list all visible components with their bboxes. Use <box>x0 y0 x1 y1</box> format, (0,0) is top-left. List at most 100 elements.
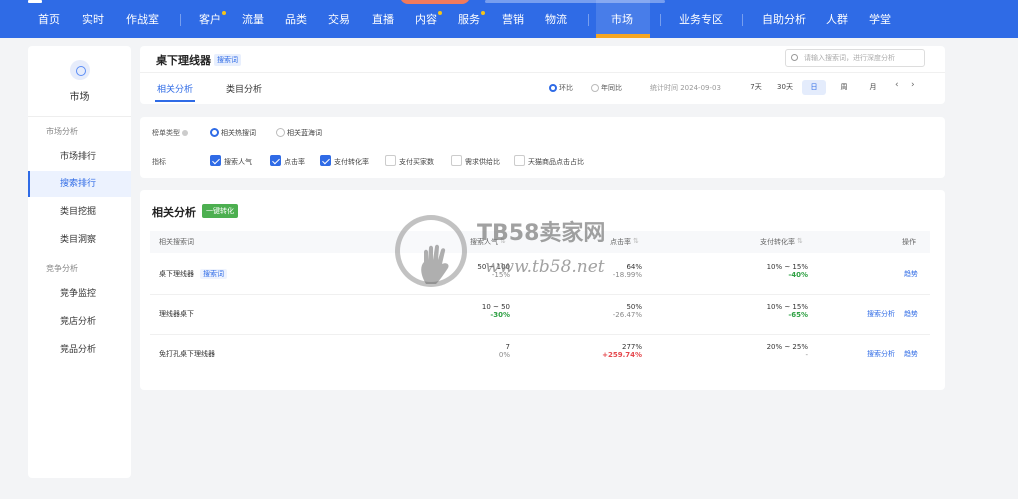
sidebar-item-market-rank[interactable]: 市场排行 <box>28 144 131 170</box>
chevron-left-icon[interactable]: ‹ <box>895 80 899 90</box>
watermark-title: TB58卖家网 <box>477 221 606 246</box>
nav-label: 内容 <box>415 13 437 26</box>
nav-separator <box>742 14 743 26</box>
search-input[interactable]: 请输入搜索词，进行深度分析 <box>785 49 925 67</box>
nav-item-marketing[interactable]: 营销 <box>502 13 524 27</box>
notify-dot <box>222 11 226 15</box>
keyword-cell: 桌下理线器 搜索词 <box>159 269 227 279</box>
sidebar-group-competition: 竞争分析 <box>46 264 78 273</box>
popularity-change: 0% <box>498 351 510 359</box>
nav-item-business[interactable]: 业务专区 <box>679 13 723 27</box>
sidebar-item-search-rank[interactable]: 搜索排行 <box>28 171 131 197</box>
cvr-change: -65% <box>788 311 808 319</box>
metric-supply-demand-checkbox[interactable]: 需求供给比 <box>451 155 500 167</box>
keyword-text[interactable]: 桌下理线器 <box>159 270 194 278</box>
cvr-change: - <box>805 351 808 359</box>
ctr-change: -26.47% <box>612 311 642 319</box>
nav-label: 服务 <box>458 13 480 26</box>
hand-icon <box>421 244 449 284</box>
list-type-label: 榜单类型 <box>152 128 188 138</box>
nav-item-home[interactable]: 首页 <box>38 13 60 27</box>
sidebar-item-category-mining[interactable]: 类目挖掘 <box>28 199 131 225</box>
watermark: TB58卖家网 www.tb58.net <box>395 205 635 295</box>
sidebar-item-competitor-shop[interactable]: 竞店分析 <box>28 309 131 335</box>
cvr-change: -40% <box>788 271 808 279</box>
metric-popularity-checkbox[interactable]: 搜索人气 <box>210 155 252 167</box>
chevron-right-icon[interactable]: › <box>911 80 915 90</box>
tab-category-analysis[interactable]: 类目分析 <box>226 82 262 95</box>
convert-button[interactable]: 一键转化 <box>202 204 238 218</box>
nav-separator <box>180 14 181 26</box>
promo-pill[interactable] <box>400 0 470 4</box>
keyword-cell[interactable]: 免打孔桌下理线器 <box>159 349 215 359</box>
nav-item-realtime[interactable]: 实时 <box>82 13 104 27</box>
metric-ctr-checkbox[interactable]: 点击率 <box>270 155 305 167</box>
sidebar-item-competition-monitor[interactable]: 竞争监控 <box>28 281 131 307</box>
keyword-type-badge: 搜索词 <box>214 54 241 66</box>
divider <box>28 116 131 117</box>
sidebar-item-category-insight[interactable]: 类目洞察 <box>28 227 131 253</box>
nav-item-traffic[interactable]: 流量 <box>242 13 264 27</box>
nav-item-service[interactable]: 服务 <box>458 11 485 27</box>
nav-item-live[interactable]: 直播 <box>372 13 394 27</box>
compare-mom-radio[interactable]: 环比 <box>549 83 573 93</box>
compare-yoy-radio[interactable]: 年同比 <box>591 83 622 93</box>
checkbox-icon <box>385 155 396 166</box>
checkbox-icon <box>210 155 221 166</box>
metric-tmall-click-checkbox[interactable]: 天猫商品点击占比 <box>514 155 584 167</box>
popularity-change: -30% <box>490 311 510 319</box>
list-type-hot-radio[interactable]: 相关热搜词 <box>210 128 256 138</box>
ctr-cell: 277% +259.74% <box>580 343 642 359</box>
nav-item-customer[interactable]: 客户 <box>199 11 226 27</box>
nav-item-content[interactable]: 内容 <box>415 11 442 27</box>
logo <box>28 0 42 3</box>
trend-link[interactable]: 趋势 <box>904 269 918 279</box>
period-day[interactable]: 日 <box>802 80 826 95</box>
notify-dot <box>438 11 442 15</box>
metric-buyers-checkbox[interactable]: 支付买家数 <box>385 155 434 167</box>
ctr-value: 50% <box>626 303 642 311</box>
nav-item-warroom[interactable]: 作战室 <box>126 13 159 27</box>
popularity-cell: 7 0% <box>450 343 510 359</box>
nav-item-logistics[interactable]: 物流 <box>545 13 567 27</box>
nav-item-crowd[interactable]: 人群 <box>826 13 848 27</box>
metric-cvr-checkbox[interactable]: 支付转化率 <box>320 155 369 167</box>
nav-item-self-analysis[interactable]: 自助分析 <box>762 13 806 27</box>
sidebar-item-competitor-product[interactable]: 竞品分析 <box>28 337 131 363</box>
sort-icon <box>797 237 803 246</box>
keyword-cell[interactable]: 理线器桌下 <box>159 309 194 319</box>
tab-related-analysis[interactable]: 相关分析 <box>157 82 193 95</box>
list-type-label-text: 榜单类型 <box>152 129 180 137</box>
keyword-header: 桌下理线器 搜索词 请输入搜索词，进行深度分析 相关分析 类目分析 环比 年同比… <box>140 46 945 104</box>
col-keyword: 相关搜索词 <box>159 238 194 246</box>
period-30d[interactable]: 30天 <box>773 80 797 95</box>
help-icon[interactable] <box>182 130 188 136</box>
search-placeholder: 请输入搜索词，进行深度分析 <box>804 54 895 62</box>
period-month[interactable]: 月 <box>861 80 885 95</box>
ctr-change: +259.74% <box>602 351 642 359</box>
stat-time: 统计时间 2024-09-03 <box>650 84 721 92</box>
cvr-value: 10% ~ 15% <box>766 263 808 271</box>
period-7d[interactable]: 7天 <box>744 80 768 95</box>
search-analysis-link[interactable]: 搜索分析 <box>867 309 895 319</box>
table-row: 理线器桌下 10 ~ 50 -30% 50% -26.47% 10% ~ 15% -6… <box>150 295 930 335</box>
period-week[interactable]: 周 <box>832 80 856 95</box>
trend-link[interactable]: 趋势 <box>904 349 918 359</box>
col-cvr[interactable]: 支付转化率 <box>760 237 803 247</box>
page-title: 桌下理线器 <box>156 54 211 67</box>
cvr-cell: 10% ~ 15% -40% <box>730 263 808 279</box>
nav-item-category[interactable]: 品类 <box>285 13 307 27</box>
nav-item-market[interactable]: 市场 <box>611 13 633 27</box>
nav-item-school[interactable]: 学堂 <box>869 13 891 27</box>
market-icon <box>70 60 90 80</box>
popularity-value: 10 ~ 50 <box>481 303 510 311</box>
cvr-value: 20% ~ 25% <box>766 343 808 351</box>
popularity-value: 7 <box>505 343 510 351</box>
filter-panel: 榜单类型 相关热搜词 相关蓝海词 指标 搜索人气 点击率 支付转化率 支付买家数… <box>140 117 945 178</box>
list-type-bluesea-radio[interactable]: 相关蓝海词 <box>276 128 322 138</box>
search-analysis-link[interactable]: 搜索分析 <box>867 349 895 359</box>
checkbox-label: 点击率 <box>284 158 305 166</box>
table-row: 免打孔桌下理线器 7 0% 277% +259.74% 20% ~ 25% - 搜索分… <box>150 335 930 375</box>
trend-link[interactable]: 趋势 <box>904 309 918 319</box>
nav-item-trade[interactable]: 交易 <box>328 13 350 27</box>
